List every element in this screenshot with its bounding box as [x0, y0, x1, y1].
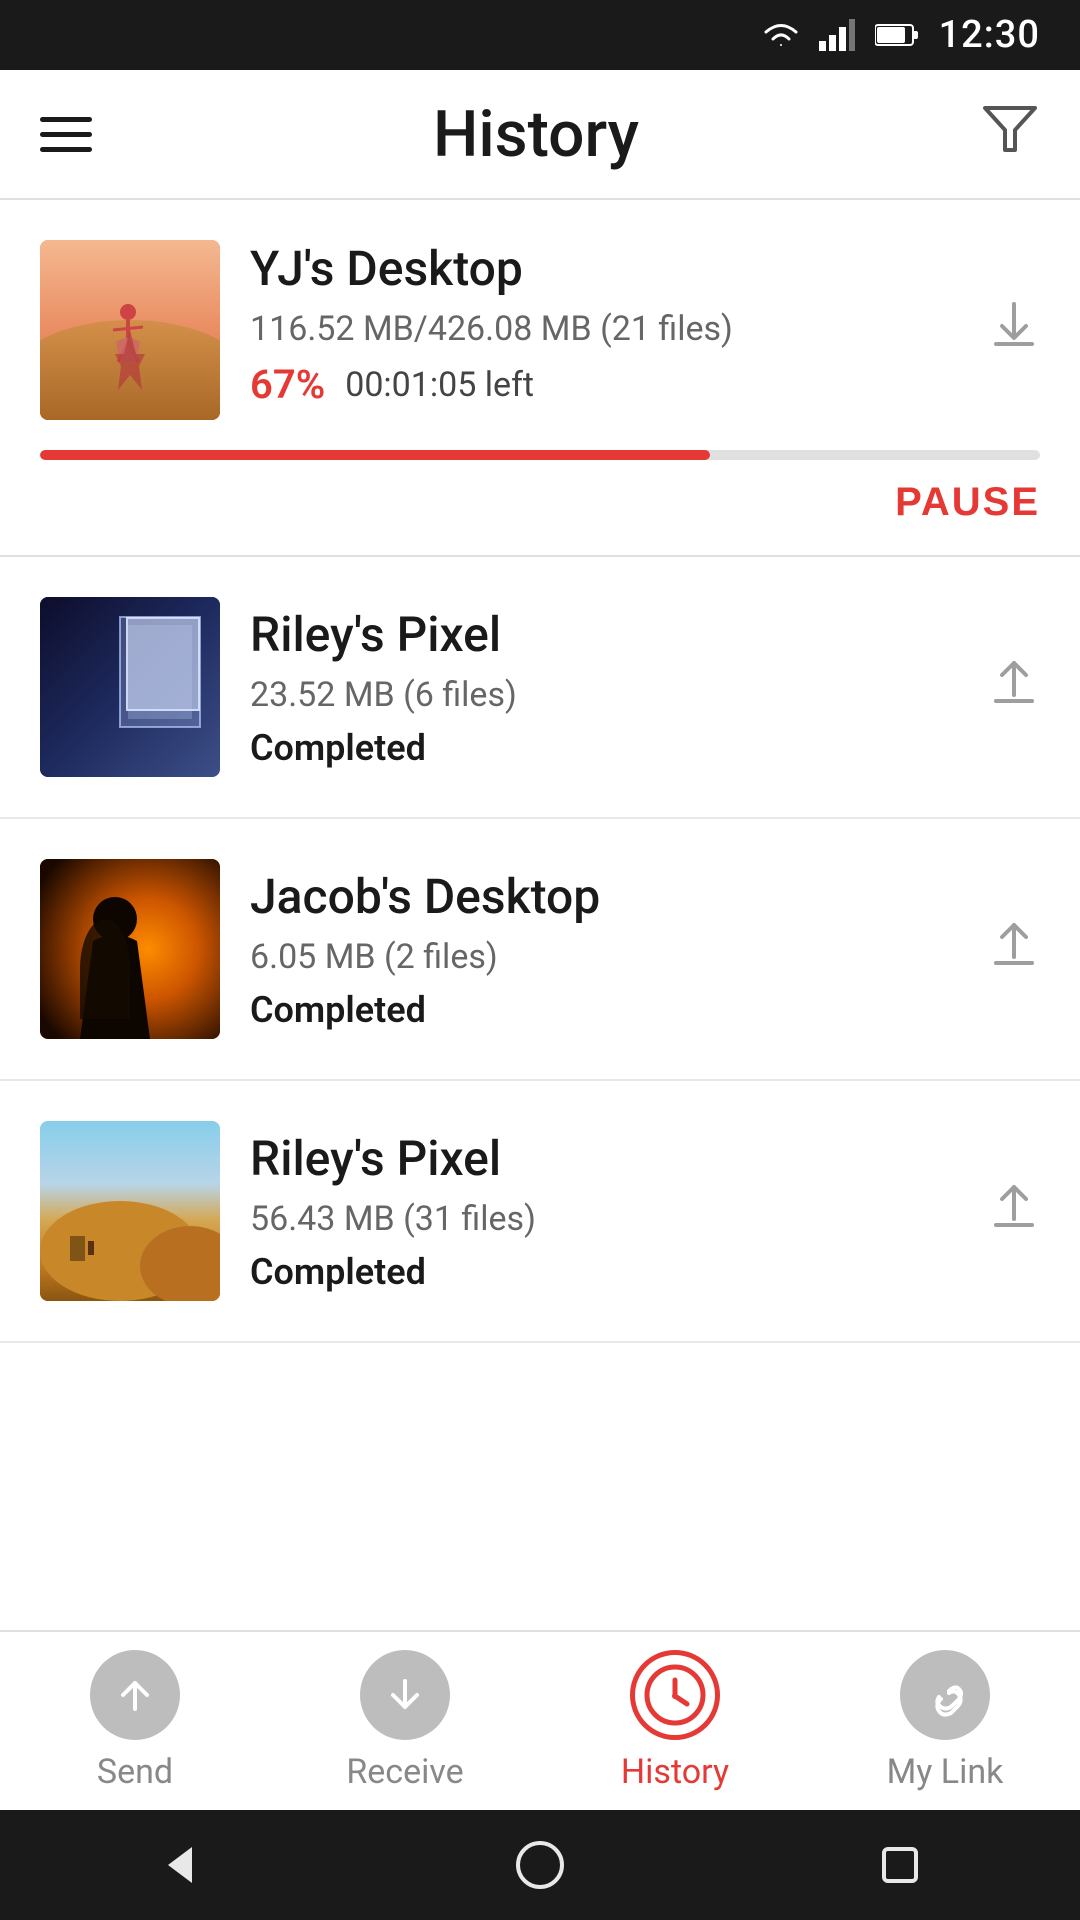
history-item: Riley's Pixel 56.43 MB (31 files) Comple…	[0, 1081, 1080, 1343]
riley2-thumb-bg	[40, 1121, 220, 1301]
content-area: YJ's Desktop 116.52 MB/426.08 MB (21 fil…	[0, 200, 1080, 1630]
history-status: Completed	[250, 727, 958, 769]
android-home-button[interactable]	[500, 1825, 580, 1905]
battery-icon	[875, 21, 919, 49]
history-item: Jacob's Desktop 6.05 MB (2 files) Comple…	[0, 819, 1080, 1081]
page-title: History	[433, 97, 639, 172]
upload-icon[interactable]	[988, 917, 1040, 982]
history-nav-label: History	[621, 1752, 729, 1792]
status-bar: 12:30	[0, 0, 1080, 70]
history-info: Riley's Pixel 56.43 MB (31 files) Comple…	[250, 1130, 958, 1293]
transfer-thumbnail	[40, 240, 220, 420]
history-thumbnail-jacob	[40, 859, 220, 1039]
send-nav-icon	[90, 1650, 180, 1740]
wifi-icon	[761, 19, 799, 51]
history-size: 6.05 MB (2 files)	[250, 937, 958, 977]
history-item: Riley's Pixel 23.52 MB (6 files) Complet…	[0, 557, 1080, 819]
history-name: Riley's Pixel	[250, 1130, 958, 1187]
android-back-button[interactable]	[140, 1825, 220, 1905]
active-transfer-name: YJ's Desktop	[250, 240, 958, 297]
status-time: 12:30	[939, 13, 1040, 57]
nav-item-history[interactable]: History	[540, 1650, 810, 1792]
mylink-nav-label: My Link	[887, 1752, 1004, 1792]
active-transfer-item: YJ's Desktop 116.52 MB/426.08 MB (21 fil…	[0, 200, 1080, 557]
yj-thumbnail	[40, 240, 220, 420]
history-thumbnail-riley2	[40, 1121, 220, 1301]
history-status: Completed	[250, 1251, 958, 1293]
filter-icon[interactable]	[980, 98, 1040, 171]
history-thumbnail-riley1	[40, 597, 220, 777]
jacob-thumb-bg	[40, 859, 220, 1039]
pause-row: PAUSE	[40, 460, 1040, 555]
progress-percent: 67%	[250, 361, 325, 408]
progress-bar-fill	[40, 450, 710, 460]
android-recents-button[interactable]	[860, 1825, 940, 1905]
history-name: Jacob's Desktop	[250, 868, 958, 925]
history-size: 56.43 MB (31 files)	[250, 1199, 958, 1239]
history-size: 23.52 MB (6 files)	[250, 675, 958, 715]
history-status: Completed	[250, 989, 958, 1031]
riley1-thumb-bg	[40, 597, 220, 777]
menu-icon[interactable]	[40, 117, 92, 152]
history-info: Jacob's Desktop 6.05 MB (2 files) Comple…	[250, 868, 958, 1031]
nav-item-receive[interactable]: Receive	[270, 1650, 540, 1792]
nav-item-mylink[interactable]: My Link	[810, 1650, 1080, 1792]
receive-nav-icon	[360, 1650, 450, 1740]
android-nav-bar	[0, 1810, 1080, 1920]
transfer-progress-row: 67% 00:01:05 left	[250, 361, 958, 408]
mylink-nav-icon	[900, 1650, 990, 1740]
bottom-nav: Send Receive History	[0, 1630, 1080, 1810]
receive-nav-label: Receive	[346, 1752, 463, 1792]
progress-bar-container	[40, 450, 1040, 460]
history-nav-icon	[630, 1650, 720, 1740]
app-bar: History	[0, 70, 1080, 200]
signal-icon	[819, 19, 855, 51]
history-info: Riley's Pixel 23.52 MB (6 files) Complet…	[250, 606, 958, 769]
upload-icon[interactable]	[988, 1179, 1040, 1244]
pause-button[interactable]: PAUSE	[895, 480, 1040, 525]
send-nav-label: Send	[97, 1752, 173, 1792]
progress-time: 00:01:05 left	[345, 365, 534, 405]
transfer-info: YJ's Desktop 116.52 MB/426.08 MB (21 fil…	[250, 240, 958, 408]
transfer-header: YJ's Desktop 116.52 MB/426.08 MB (21 fil…	[40, 240, 1040, 420]
active-transfer-size: 116.52 MB/426.08 MB (21 files)	[250, 309, 958, 349]
download-icon[interactable]	[988, 298, 1040, 363]
history-name: Riley's Pixel	[250, 606, 958, 663]
upload-icon[interactable]	[988, 655, 1040, 720]
status-icons: 12:30	[761, 13, 1040, 57]
nav-item-send[interactable]: Send	[0, 1650, 270, 1792]
